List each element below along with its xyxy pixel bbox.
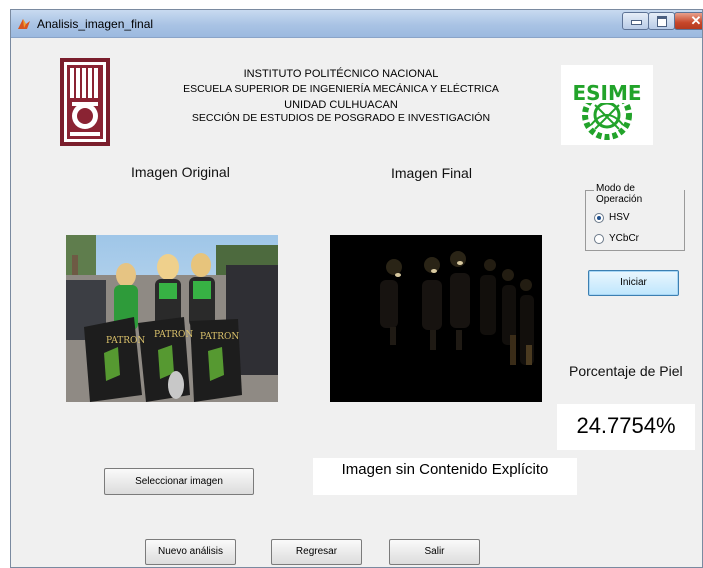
original-image: PATRON PATRON PATRON [66,235,278,402]
header-institute: INSTITUTO POLITÉCNICO NACIONAL [243,68,439,80]
original-image-label: Imagen Original [131,164,230,180]
radio-hsv[interactable]: HSV [594,212,630,223]
app-window: Analisis_imagen_final ✕ INSTITUTO POLITÉ… [10,9,703,568]
header-unit: UNIDAD CULHUACAN [284,99,398,111]
final-image-label: Imagen Final [391,165,472,181]
patron-box-text-1: PATRON [106,336,145,346]
radio-ycbcr-label: YCbCr [609,233,640,244]
result-message-box: Imagen sin Contenido Explícito [313,458,577,495]
radio-ycbcr-indicator[interactable] [594,233,604,244]
radio-ycbcr[interactable]: YCbCr [594,233,639,244]
esime-logo-text: ESIME [572,81,641,105]
header-school: ESCUELA SUPERIOR DE INGENIERÍA MECÁNICA … [183,83,499,95]
skin-percentage-box: 24.7754% [557,404,695,450]
window-title: Analisis_imagen_final [37,17,154,31]
close-button[interactable]: ✕ [674,12,702,30]
matlab-icon [18,19,30,29]
skin-percentage-value: 24.7754% [576,413,676,438]
radio-hsv-indicator[interactable] [594,212,604,223]
operation-mode-title: Modo de Operación [594,183,684,205]
minimize-button[interactable] [622,12,649,30]
patron-box-text-3: PATRON [200,332,239,342]
select-image-button[interactable]: Seleccionar imagen [104,468,254,495]
ipn-logo [60,58,110,146]
maximize-button[interactable] [648,12,675,30]
operation-mode-panel: Modo de Operación HSV YCbCr [585,183,685,251]
title-bar[interactable]: Analisis_imagen_final ✕ [11,10,702,38]
radio-hsv-label: HSV [609,212,630,223]
back-button[interactable]: Regresar [271,539,362,565]
final-image [330,235,542,402]
close-icon: ✕ [690,13,702,28]
header-section: SECCIÓN DE ESTUDIOS DE POSGRADO E INVEST… [191,112,491,124]
exit-button[interactable]: Salir [389,539,480,565]
start-button[interactable]: Iniciar [588,270,679,296]
skin-percentage-label: Porcentaje de Piel [569,363,683,379]
new-analysis-button[interactable]: Nuevo análisis [145,539,236,565]
result-message: Imagen sin Contenido Explícito [341,461,549,478]
patron-box-text-2: PATRON [154,330,193,340]
esime-logo: ESIME [561,65,653,145]
